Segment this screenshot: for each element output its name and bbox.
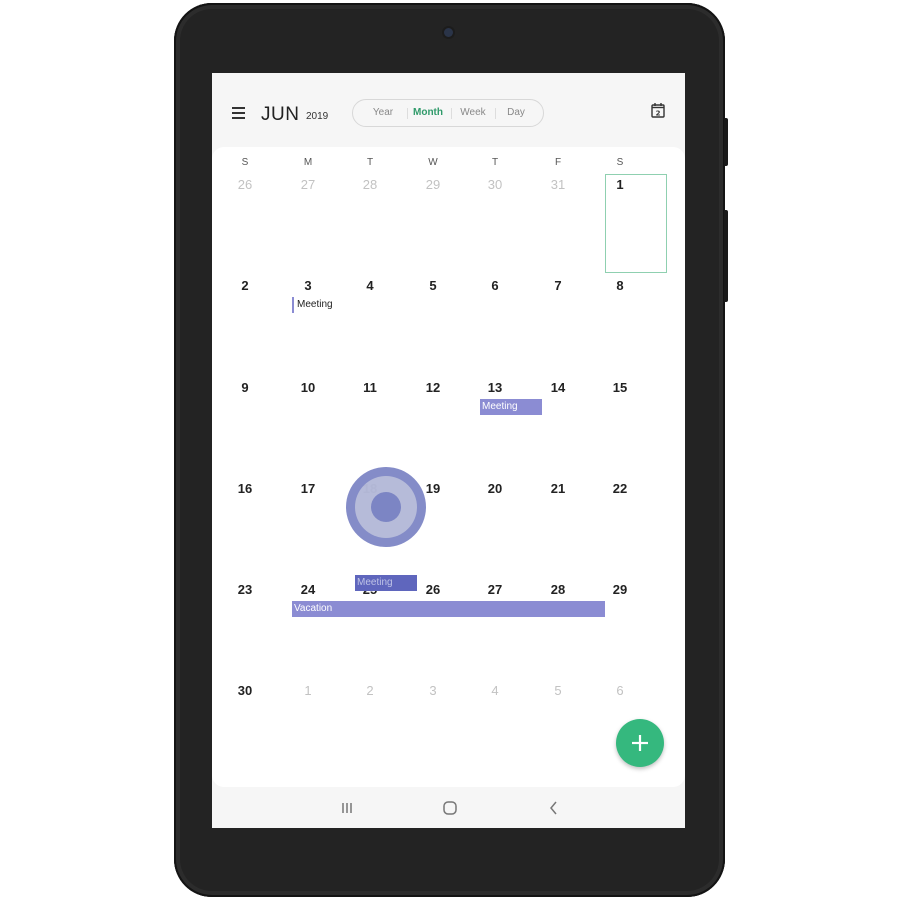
- day-cell[interactable]: 28: [340, 177, 400, 192]
- front-camera: [444, 28, 453, 37]
- tab-month[interactable]: Month: [405, 100, 451, 126]
- day-cell[interactable]: 2: [215, 278, 275, 293]
- hamburger-icon[interactable]: [232, 107, 245, 119]
- calendar-today-icon[interactable]: 2: [651, 102, 665, 118]
- day-cell[interactable]: 29: [590, 582, 650, 597]
- month-title: JUN: [261, 104, 300, 125]
- day-cell[interactable]: 31: [528, 177, 588, 192]
- recent-apps-icon[interactable]: [338, 799, 356, 817]
- day-cell[interactable]: 4: [465, 683, 525, 698]
- day-cell[interactable]: 13: [465, 380, 525, 395]
- day-cell[interactable]: 1: [278, 683, 338, 698]
- power-button: [724, 210, 728, 302]
- system-nav-bar: [212, 789, 685, 828]
- day-cell[interactable]: 30: [465, 177, 525, 192]
- day-cell[interactable]: 9: [215, 380, 275, 395]
- weekday-mon: M: [303, 157, 313, 168]
- day-cell[interactable]: 3: [403, 683, 463, 698]
- tab-day[interactable]: Day: [495, 100, 537, 126]
- day-cell[interactable]: 3: [278, 278, 338, 293]
- weekday-sun: S: [241, 157, 249, 168]
- day-cell[interactable]: 5: [528, 683, 588, 698]
- volume-button: [724, 118, 728, 166]
- day-cell[interactable]: 4: [340, 278, 400, 293]
- month-grid: S M T W T F S 26 27 28 29 30 31 1 2 3 4 …: [212, 147, 685, 787]
- day-cell[interactable]: 29: [403, 177, 463, 192]
- tab-year[interactable]: Year: [361, 100, 405, 126]
- event-meeting-jun18[interactable]: Meeting: [355, 575, 417, 591]
- day-cell[interactable]: 27: [278, 177, 338, 192]
- day-cell[interactable]: 10: [278, 380, 338, 395]
- day-cell[interactable]: 2: [340, 683, 400, 698]
- day-cell[interactable]: 21: [528, 481, 588, 496]
- svg-text:2: 2: [656, 110, 661, 118]
- tab-week[interactable]: Week: [451, 100, 495, 126]
- year-title: 2019: [306, 111, 329, 122]
- day-cell[interactable]: 20: [465, 481, 525, 496]
- weekday-fri: F: [554, 157, 562, 168]
- day-cell[interactable]: 12: [403, 380, 463, 395]
- day-cell[interactable]: 5: [403, 278, 463, 293]
- day-cell[interactable]: 8: [590, 278, 650, 293]
- weekday-thu: T: [491, 157, 499, 168]
- weekday-sat: S: [616, 157, 624, 168]
- event-vacation[interactable]: Vacation: [292, 601, 605, 617]
- day-cell[interactable]: 30: [215, 683, 275, 698]
- day-cell[interactable]: 17: [278, 481, 338, 496]
- home-icon[interactable]: [441, 799, 459, 817]
- weekday-tue: T: [366, 157, 374, 168]
- day-cell[interactable]: 15: [590, 380, 650, 395]
- day-cell[interactable]: 24: [278, 582, 338, 597]
- event-meeting-jun3[interactable]: Meeting: [292, 297, 344, 313]
- weekday-wed: W: [428, 157, 438, 168]
- touch-indicator: [346, 467, 426, 547]
- day-cell[interactable]: 27: [465, 582, 525, 597]
- day-cell[interactable]: 6: [590, 683, 650, 698]
- back-icon[interactable]: [545, 799, 563, 817]
- day-cell[interactable]: 11: [340, 380, 400, 395]
- add-event-button[interactable]: [616, 719, 664, 767]
- event-meeting-jun13[interactable]: Meeting: [480, 399, 542, 415]
- day-cell[interactable]: 16: [215, 481, 275, 496]
- day-cell[interactable]: 23: [215, 582, 275, 597]
- day-cell[interactable]: 14: [528, 380, 588, 395]
- day-cell[interactable]: 6: [465, 278, 525, 293]
- day-cell[interactable]: 28: [528, 582, 588, 597]
- day-cell-today[interactable]: 1: [590, 177, 650, 192]
- day-cell[interactable]: 26: [215, 177, 275, 192]
- plus-icon: [632, 735, 648, 751]
- screen: JUN 2019 Year Month Week Day 2 S M T W T…: [212, 73, 685, 828]
- day-cell[interactable]: 22: [590, 481, 650, 496]
- day-cell[interactable]: 7: [528, 278, 588, 293]
- view-switcher: Year Month Week Day: [352, 99, 544, 127]
